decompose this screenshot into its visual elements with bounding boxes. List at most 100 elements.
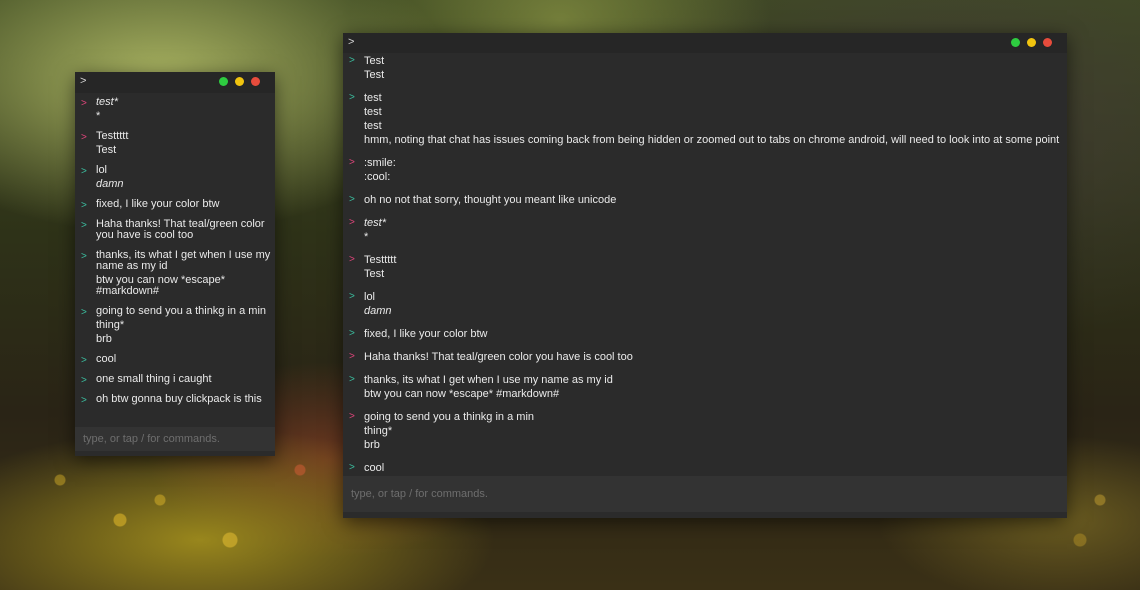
message-text: brb: [364, 439, 380, 451]
message-text: fixed, I like your color btw: [96, 198, 220, 210]
message-text: fixed, I like your color btw: [364, 328, 488, 340]
message-text: oh btw gonna buy clickpack is this: [96, 393, 262, 405]
titlebar-prompt: >: [348, 36, 355, 48]
message-arrow-icon: >: [81, 375, 87, 386]
large-window-titlebar[interactable]: >: [343, 33, 1067, 53]
large-chat-window: > > Test Test > test test test hmm, noting that…: [343, 33, 1067, 518]
message-arrow-icon: >: [349, 194, 355, 205]
message-text: damn: [364, 305, 392, 317]
red-window-dot-icon[interactable]: [251, 77, 260, 86]
message-arrow-icon: >: [349, 411, 355, 422]
message-text: thanks, its what I get when I use my nam…: [364, 374, 613, 386]
chat-message: > cool: [75, 353, 275, 367]
message-text: test: [364, 120, 382, 132]
chat-message: > test* *: [75, 97, 275, 122]
message-arrow-icon: >: [81, 220, 87, 231]
message-text: test: [364, 92, 382, 104]
message-arrow-icon: >: [349, 55, 355, 66]
chat-message: > fixed, I like your color btw: [343, 327, 1067, 341]
message-text: btw you can now *escape* #markdown#: [96, 274, 226, 297]
message-arrow-icon: >: [349, 291, 355, 302]
chat-message: > :smile::cool:: [343, 156, 1067, 184]
message-text: test*: [96, 96, 119, 108]
message-text: cool: [96, 353, 117, 365]
message-text: oh no not that sorry, thought you meant …: [364, 194, 617, 206]
message-arrow-icon: >: [81, 200, 87, 211]
chat-message: > one small thing i caught: [75, 373, 275, 387]
small-window-titlebar[interactable]: >: [75, 72, 275, 93]
chat-message: > thanks, its what I get when I use my na…: [75, 250, 275, 297]
message-text: :smile:: [364, 157, 396, 169]
message-text: Test: [364, 268, 385, 280]
chat-message: > Testtttt Test: [343, 253, 1067, 281]
chat-message: > lol damn: [343, 290, 1067, 318]
titlebar-prompt: >: [80, 75, 87, 87]
message-text: thanks, its what I get when I use my nam…: [96, 249, 271, 272]
green-window-dot-icon[interactable]: [1011, 38, 1020, 47]
small-input-bar: [75, 427, 275, 451]
message-text: btw you can now *escape* #markdown#: [364, 388, 560, 400]
message-text: hmm, noting that chat has issues coming …: [364, 134, 1060, 146]
message-arrow-icon: >: [81, 395, 87, 406]
window-controls: [219, 77, 260, 86]
message-text: Test: [364, 69, 385, 81]
message-text: cool: [364, 462, 385, 474]
chat-message: > oh no not that sorry, thought you meant…: [343, 193, 1067, 207]
message-text: Test: [364, 55, 385, 67]
message-arrow-icon: >: [81, 251, 87, 262]
message-text: lol: [96, 164, 108, 176]
message-text: *: [364, 231, 369, 243]
chat-message: > fixed, I like your color btw: [75, 198, 275, 212]
message-text: going to send you a thinkg in a min: [364, 411, 535, 423]
window-controls: [1011, 38, 1052, 47]
message-arrow-icon: >: [81, 132, 87, 143]
green-window-dot-icon[interactable]: [219, 77, 228, 86]
message-text: thing*: [364, 425, 393, 437]
message-text: damn: [96, 178, 124, 190]
large-chat-input[interactable]: [343, 476, 1067, 512]
chat-message: > going to send you a thinkg in a min thin…: [343, 410, 1067, 452]
chat-message: > lol damn: [75, 165, 275, 190]
chat-message: > thanks, its what I get when I use my na…: [343, 373, 1067, 401]
message-text: one small thing i caught: [96, 373, 212, 385]
message-arrow-icon: >: [349, 462, 355, 473]
chat-message: > going to send you a thinkg in a min thin…: [75, 306, 275, 345]
message-text: *: [96, 110, 101, 122]
message-arrow-icon: >: [349, 351, 355, 362]
chat-message: > Testtttt Test: [75, 131, 275, 156]
message-arrow-icon: >: [81, 98, 87, 109]
message-text: Testtttt: [96, 130, 129, 142]
message-arrow-icon: >: [81, 355, 87, 366]
message-text: Haha thanks! That teal/green color you h…: [96, 218, 265, 241]
chat-message: > test test test hmm, noting that chat has i…: [343, 91, 1067, 147]
message-arrow-icon: >: [349, 254, 355, 265]
small-chat-input[interactable]: [75, 427, 275, 451]
chat-message: > Haha thanks! That teal/green color you …: [343, 350, 1067, 364]
message-text: going to send you a thinkg in a min: [96, 305, 267, 317]
message-arrow-icon: >: [81, 166, 87, 177]
small-chat-window: > > test* * > Testtttt Test > lol damn > fixed, I …: [75, 72, 275, 456]
large-message-list[interactable]: > Test Test > test test test hmm, noting that c…: [343, 53, 1067, 475]
message-text: Haha thanks! That teal/green color you h…: [364, 351, 633, 363]
message-arrow-icon: >: [349, 157, 355, 168]
message-text: :cool:: [364, 171, 391, 183]
chat-message: > test* *: [343, 216, 1067, 244]
small-message-list[interactable]: > test* * > Testtttt Test > lol damn > fixed, I li…: [75, 93, 275, 427]
chat-message: > cool: [343, 461, 1067, 475]
message-arrow-icon: >: [349, 92, 355, 103]
yellow-window-dot-icon[interactable]: [1027, 38, 1036, 47]
message-arrow-icon: >: [349, 374, 355, 385]
message-text: Testtttt: [364, 254, 397, 266]
large-input-bar: [343, 476, 1067, 512]
red-window-dot-icon[interactable]: [1043, 38, 1052, 47]
message-text: test: [364, 106, 382, 118]
message-text: lol: [364, 291, 376, 303]
message-arrow-icon: >: [349, 217, 355, 228]
yellow-window-dot-icon[interactable]: [235, 77, 244, 86]
message-text: brb: [96, 333, 112, 345]
message-text: test*: [364, 217, 387, 229]
chat-message: > Haha thanks! That teal/green color you …: [75, 219, 275, 241]
chat-message: > oh btw gonna buy clickpack is this: [75, 393, 275, 407]
message-arrow-icon: >: [349, 328, 355, 339]
message-arrow-icon: >: [81, 307, 87, 318]
